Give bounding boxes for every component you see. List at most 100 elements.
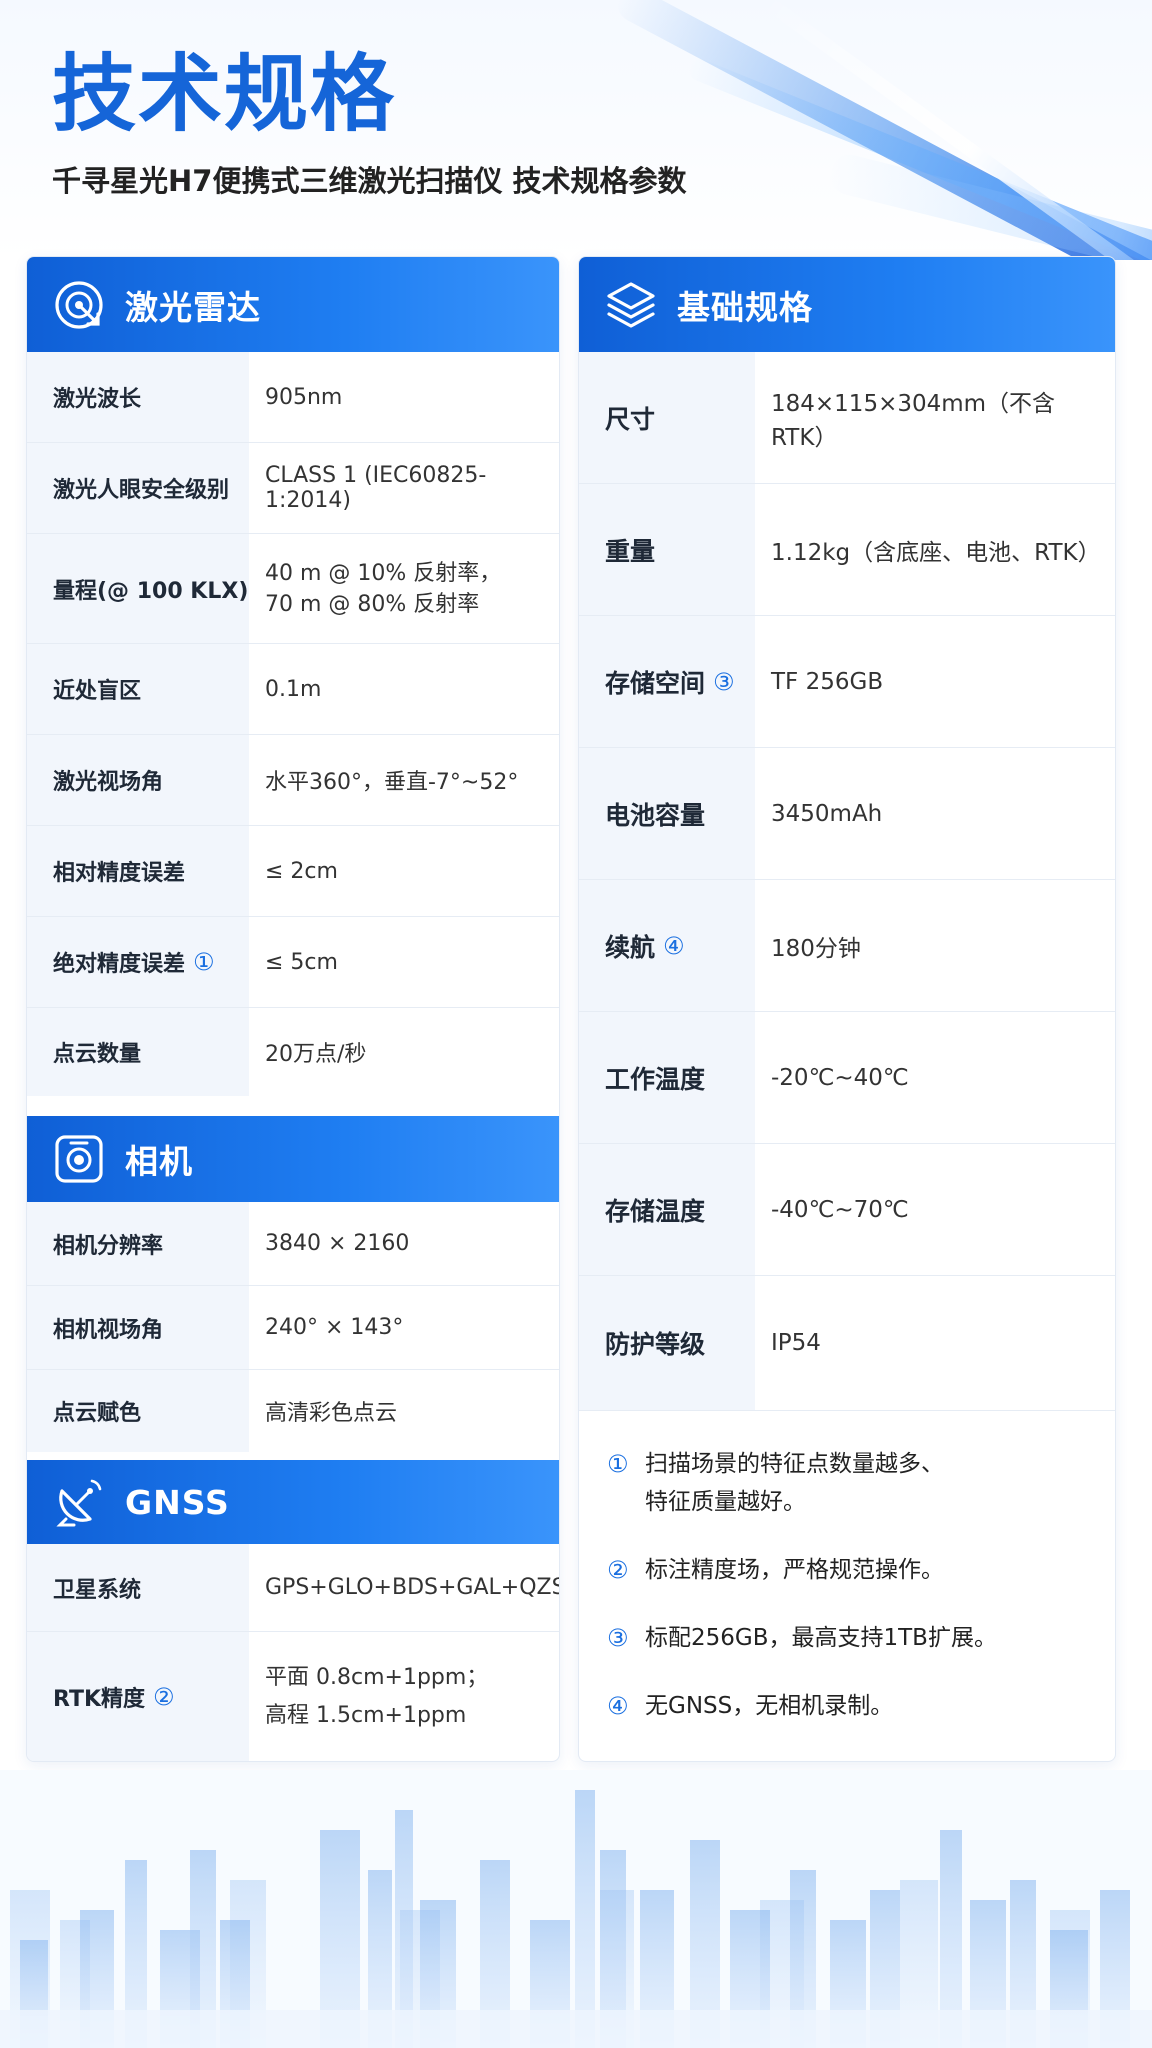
spec-value: 240° × 143°: [265, 1315, 404, 1340]
spec-key: 电池容量: [579, 748, 755, 879]
section-header-gnss: GNSS: [27, 1460, 559, 1544]
right-spec-card: 基础规格 尺寸 184×115×304mm（不含RTK） 重量 1.12kg（含…: [578, 256, 1116, 1762]
spec-row: 防护等级 IP54: [579, 1276, 1115, 1411]
spec-row: 相对精度误差 ≤ 2cm: [27, 826, 559, 917]
footnote-text: 标注精度场，严格规范操作。: [645, 1557, 944, 1583]
spec-key: 卫星系统: [27, 1544, 249, 1631]
footnote-text: 标配256GB，最高支持1TB扩展。: [645, 1625, 997, 1651]
footnote-text: 特征质量越好。: [645, 1489, 806, 1515]
spec-value: GPS+GLO+BDS+GAL+QZSS: [265, 1575, 560, 1600]
lidar-scan-icon: [51, 277, 107, 333]
spec-row: 重量 1.12kg（含底座、电池、RTK）: [579, 484, 1115, 616]
spec-row: 激光视场角 水平360°，垂直-7°~52°: [27, 735, 559, 826]
page-header: 技术规格 千寻星光H7便携式三维激光扫描仪 技术规格参数: [52, 52, 687, 200]
spec-value: TF 256GB: [771, 668, 884, 695]
spec-key: 相机视场角: [27, 1286, 249, 1369]
spec-value: 20万点/秒: [265, 1042, 367, 1067]
spec-row: 尺寸 184×115×304mm（不含RTK）: [579, 352, 1115, 484]
spec-row: 存储空间 ③ TF 256GB: [579, 616, 1115, 748]
spec-key: 点云数量: [27, 1008, 249, 1096]
spec-row: 量程(@ 100 KLX) 40 m @ 10% 反射率， 70 m @ 80%…: [27, 534, 559, 644]
spec-row: 激光人眼安全级别 CLASS 1 (IEC60825-1:2014): [27, 443, 559, 534]
spec-value: 高清彩色点云: [265, 1401, 398, 1426]
spec-key-label: 续航: [605, 932, 656, 962]
spec-key: 存储温度: [579, 1144, 755, 1275]
camera-icon: [51, 1131, 107, 1187]
spec-key: 尺寸: [579, 352, 755, 483]
spec-row: 存储温度 -40℃~70℃: [579, 1144, 1115, 1276]
footnote-text: 无GNSS，无相机录制。: [645, 1693, 894, 1719]
layers-icon: [603, 277, 659, 333]
footnote-number: ③: [607, 1624, 629, 1652]
spec-value: ≤ 2cm: [265, 858, 338, 884]
spec-value: 3450mAh: [771, 800, 883, 827]
footnote-marker: ③: [713, 667, 735, 696]
spec-row: 点云赋色 高清彩色点云: [27, 1370, 559, 1452]
spec-value: 平面 0.8cm+1ppm； 高程 1.5cm+1ppm: [249, 1632, 559, 1761]
spec-value: 3840 × 2160: [265, 1231, 410, 1256]
spec-value: 905nm: [265, 384, 343, 410]
spec-value-line: 40 m @ 10% 反射率，: [265, 560, 502, 586]
spec-key: 近处盲区: [27, 644, 249, 734]
spec-value: 40 m @ 10% 反射率， 70 m @ 80% 反射率: [249, 534, 559, 643]
spec-value: CLASS 1 (IEC60825-1:2014): [265, 463, 487, 513]
spec-key: 绝对精度误差 ①: [27, 917, 249, 1007]
footnote-item: ④ 无GNSS，无相机录制。: [607, 1687, 1097, 1725]
left-spec-card: 激光雷达 激光波长 905nm 激光人眼安全级别 CLASS 1 (IEC608…: [26, 256, 560, 1762]
footnote-text: 扫描场景的特征点数量越多、: [645, 1451, 944, 1477]
spec-row: 激光波长 905nm: [27, 352, 559, 443]
spec-value-line: 高程 1.5cm+1ppm: [265, 1702, 467, 1728]
spec-value: 184×115×304mm（不含RTK）: [771, 390, 1056, 451]
spec-value: 180分钟: [771, 935, 861, 962]
spec-row: 相机视场角 240° × 143°: [27, 1286, 559, 1370]
spec-key: RTK精度 ②: [27, 1632, 249, 1761]
spec-value: 0.1m: [265, 676, 322, 702]
footnote-marker: ④: [663, 931, 685, 960]
section-header-basic: 基础规格: [579, 257, 1115, 352]
spec-key: 存储空间 ③: [579, 616, 755, 747]
spec-row: 点云数量 20万点/秒: [27, 1008, 559, 1096]
spec-value: 水平360°，垂直-7°~52°: [265, 770, 519, 795]
page-title: 技术规格: [52, 45, 397, 143]
spec-key: 激光人眼安全级别: [27, 443, 249, 533]
spec-row: RTK精度 ② 平面 0.8cm+1ppm； 高程 1.5cm+1ppm: [27, 1632, 559, 1761]
spec-value: ≤ 5cm: [265, 949, 338, 975]
section-header-camera: 相机: [27, 1116, 559, 1202]
footnote-marker: ②: [153, 1682, 175, 1711]
spec-key: 相对精度误差: [27, 826, 249, 916]
spec-key: 相机分辨率: [27, 1202, 249, 1285]
spec-key: 续航 ④: [579, 880, 755, 1011]
city-skyline-illustration: [0, 1770, 1152, 2048]
spec-key: 防护等级: [579, 1276, 755, 1410]
spec-key-label: 存储空间: [605, 668, 706, 698]
spec-value: IP54: [771, 1330, 821, 1356]
spec-row: 绝对精度误差 ① ≤ 5cm: [27, 917, 559, 1008]
spec-row: 相机分辨率 3840 × 2160: [27, 1202, 559, 1286]
footnote-number: ②: [607, 1556, 629, 1584]
page-subtitle: 千寻星光H7便携式三维激光扫描仪 技术规格参数: [52, 164, 687, 198]
footnote-number: ①: [607, 1450, 629, 1478]
section-title-lidar: 激光雷达: [125, 287, 261, 327]
footnote-item: ② 标注精度场，严格规范操作。: [607, 1551, 1097, 1589]
section-title-gnss: GNSS: [125, 1482, 230, 1522]
spec-row: 工作温度 -20℃~40℃: [579, 1012, 1115, 1144]
spec-value-line: 平面 0.8cm+1ppm；: [265, 1664, 489, 1690]
spec-key-label: 绝对精度误差: [53, 952, 186, 977]
section-title-basic: 基础规格: [677, 287, 813, 327]
footnotes: ① 扫描场景的特征点数量越多、 特征质量越好。 ② 标注精度场，严格规范操作。 …: [607, 1445, 1097, 1755]
spec-key-label: RTK精度: [53, 1686, 146, 1712]
footnote-marker: ①: [193, 948, 215, 976]
satellite-dish-icon: [51, 1474, 107, 1530]
spec-key: 激光波长: [27, 352, 249, 442]
spec-row: 续航 ④ 180分钟: [579, 880, 1115, 1012]
spec-row: 近处盲区 0.1m: [27, 644, 559, 735]
spec-value: -20℃~40℃: [771, 1064, 909, 1091]
spec-value: -40℃~70℃: [771, 1196, 909, 1223]
spec-key: 点云赋色: [27, 1370, 249, 1452]
spec-value-line: 70 m @ 80% 反射率: [265, 591, 480, 617]
footnote-item: ① 扫描场景的特征点数量越多、 特征质量越好。: [607, 1445, 1097, 1521]
section-title-camera: 相机: [125, 1142, 193, 1181]
spec-key: 激光视场角: [27, 735, 249, 825]
spec-key: 量程(@ 100 KLX): [27, 534, 249, 643]
spec-key: 重量: [579, 484, 755, 615]
